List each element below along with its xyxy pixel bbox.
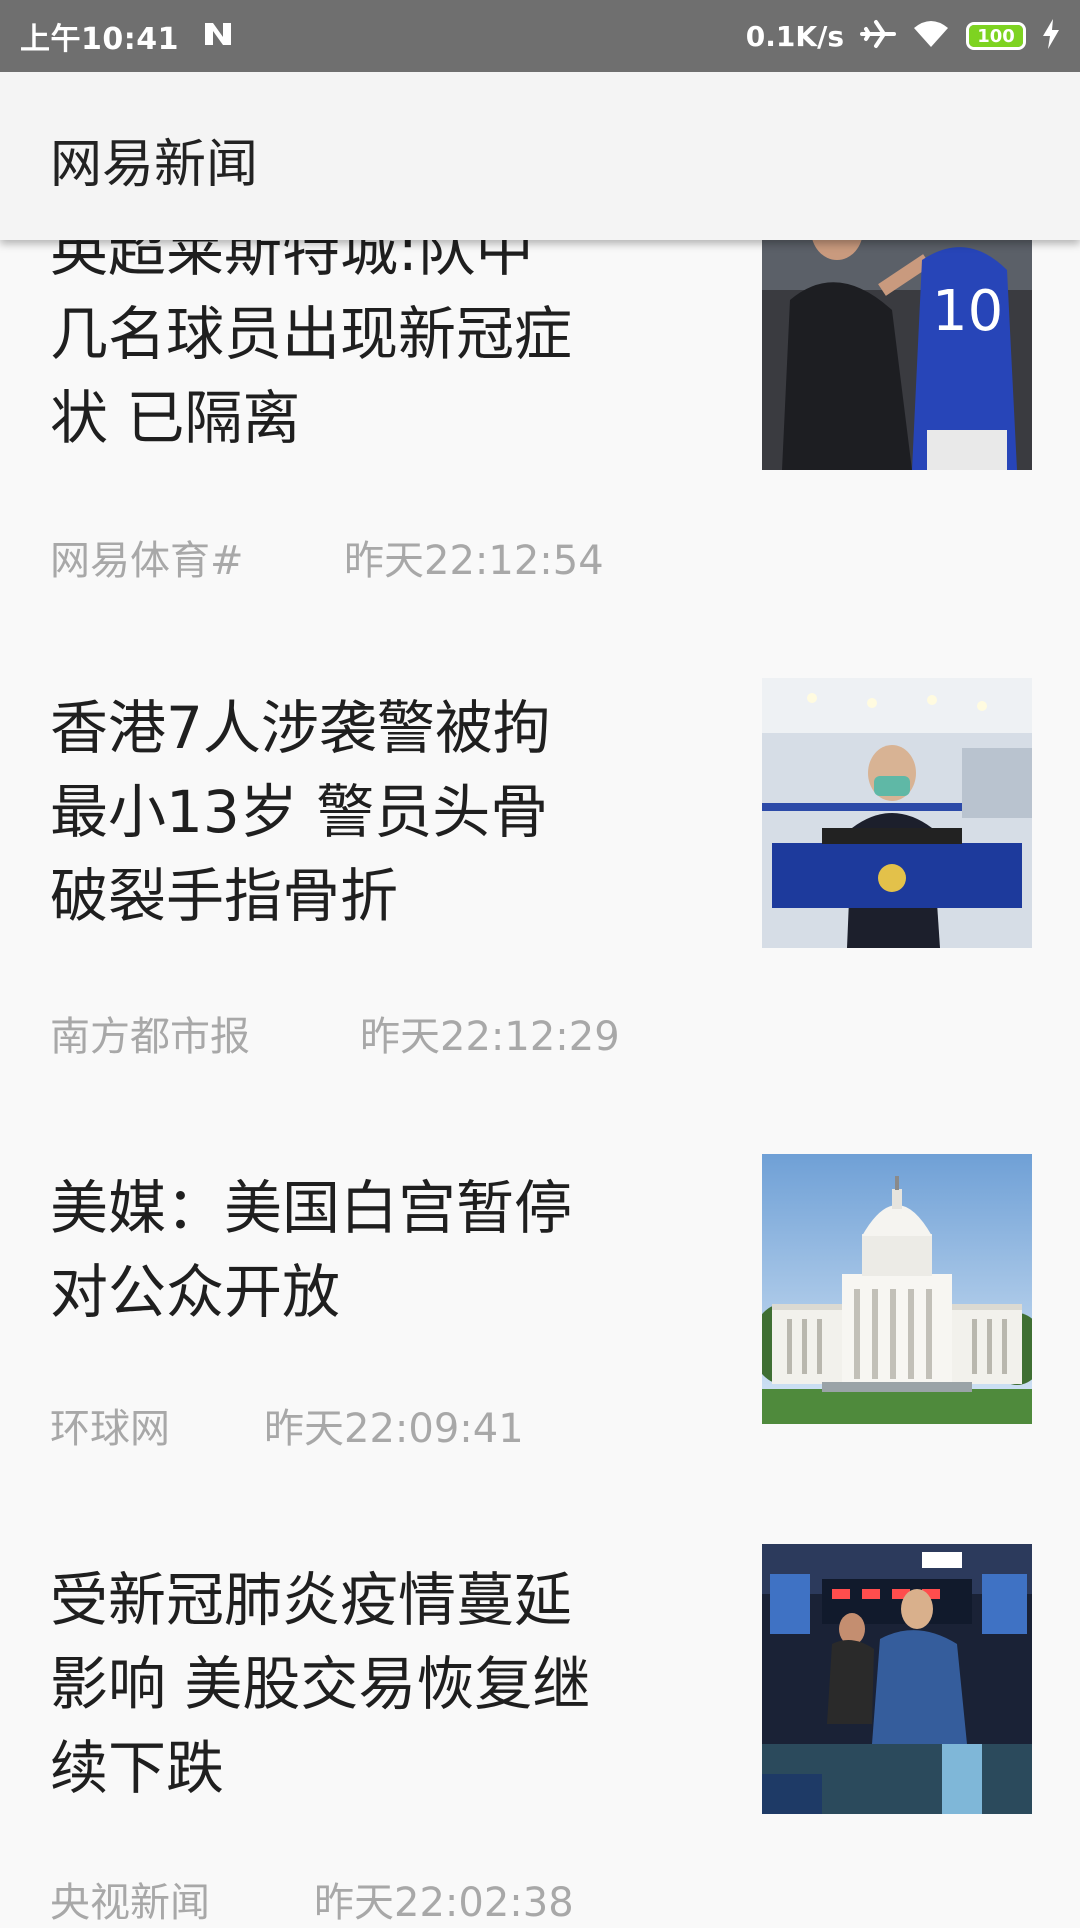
news-time: 昨天22:02:38 <box>314 1880 574 1926</box>
stock-exchange-photo-icon <box>762 1544 1032 1814</box>
news-thumbnail[interactable] <box>762 1544 1032 1814</box>
news-title: 英超莱斯特城:队中 几名球员出现新冠症 状 已隔离 <box>50 216 573 452</box>
nfc-icon <box>201 19 235 53</box>
news-title: 香港7人涉袭警被拘 最小13岁 警员头骨 破裂手指骨折 <box>50 694 551 930</box>
news-source: 南方都市报 <box>50 1014 250 1060</box>
news-thumbnail[interactable] <box>762 1154 1032 1424</box>
football-players-photo-icon: 10 <box>762 200 1032 470</box>
app-bar: 网易新闻 <box>0 72 1080 240</box>
news-feed[interactable]: 英超莱斯特城:队中 几名球员出现新冠症 状 已隔离 网易体育# 昨天22:12:… <box>0 0 1080 1926</box>
news-thumbnail[interactable]: 10 <box>762 200 1032 470</box>
news-source: 央视新闻 <box>50 1880 210 1926</box>
app-title: 网易新闻 <box>50 135 259 195</box>
charging-bolt-icon <box>1042 19 1060 53</box>
airplane-mode-icon <box>860 18 896 54</box>
svg-text:10: 10 <box>932 279 1003 344</box>
news-source: 环球网 <box>50 1406 170 1452</box>
battery-level: 100 <box>977 25 1015 47</box>
status-bar: 上午10:41 0.1K/s 100 <box>0 0 1080 72</box>
news-title: 美媒：美国白宫暂停 对公众开放 <box>50 1174 573 1326</box>
network-speed: 0.1K/s <box>745 19 844 53</box>
wifi-icon <box>912 19 950 53</box>
battery-icon: 100 <box>966 22 1026 50</box>
press-conference-photo-icon <box>762 678 1032 948</box>
news-title: 受新冠肺炎疫情蔓延 影响 美股交易恢复继 续下跌 <box>50 1566 591 1802</box>
status-time: 上午10:41 <box>20 22 179 57</box>
news-source: 网易体育# <box>50 538 244 584</box>
news-time: 昨天22:12:29 <box>360 1014 620 1060</box>
capitol-building-photo-icon <box>762 1154 1032 1424</box>
news-time: 昨天22:12:54 <box>344 538 604 584</box>
news-thumbnail[interactable] <box>762 678 1032 948</box>
news-time: 昨天22:09:41 <box>264 1406 524 1452</box>
